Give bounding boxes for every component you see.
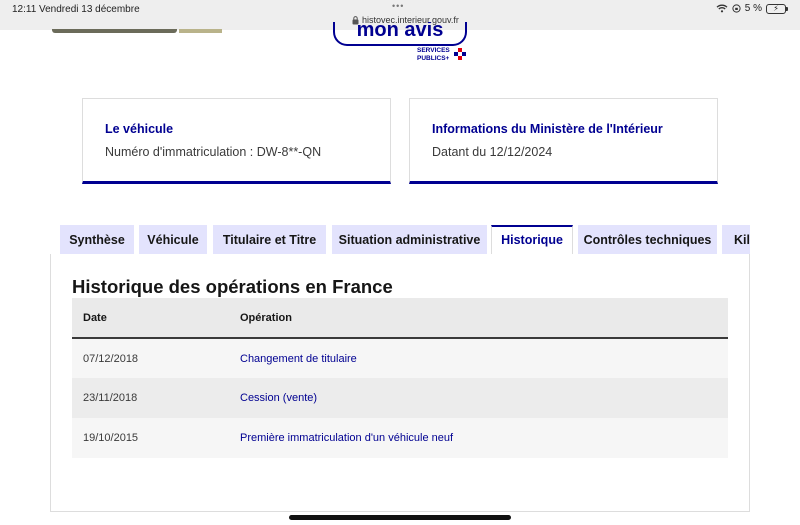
row-operation: Première immatriculation d'un véhicule n… bbox=[240, 432, 454, 444]
services-publics-logo: SERVICES PUBLICS+ bbox=[417, 47, 453, 62]
tab-bar: Synthèse Véhicule Titulaire et Titre Sit… bbox=[60, 225, 750, 255]
status-time: 12:11 bbox=[12, 4, 37, 15]
vehicle-card: Le véhicule Numéro d'immatriculation : D… bbox=[82, 98, 391, 184]
column-header-date: Date bbox=[83, 311, 107, 324]
history-table: Date Opération 07/12/2018 Changement de … bbox=[72, 298, 728, 458]
table-header-row: Date Opération bbox=[72, 298, 728, 338]
home-indicator[interactable] bbox=[289, 515, 511, 520]
orientation-lock-icon bbox=[732, 4, 741, 13]
mon-avis-button[interactable]: mon avis bbox=[333, 22, 467, 46]
column-header-operation: Opération bbox=[240, 311, 292, 324]
row-date: 07/12/2018 bbox=[83, 352, 139, 365]
services-publics-cross-icon bbox=[454, 48, 466, 60]
multitasking-dots-icon[interactable]: ••• bbox=[392, 1, 404, 11]
row-date: 23/11/2018 bbox=[83, 392, 138, 404]
table-row: 07/12/2018 Changement de titulaire bbox=[72, 338, 728, 378]
registration-number: Numéro d'immatriculation : DW-8**-QN bbox=[105, 145, 322, 159]
tab-historique[interactable]: Historique bbox=[491, 225, 573, 255]
battery-charging-icon: ⚡ bbox=[766, 3, 788, 14]
vehicle-card-title: Le véhicule bbox=[105, 122, 174, 136]
tab-synthese[interactable]: Synthèse bbox=[60, 225, 134, 255]
battery-percent: 5 % bbox=[744, 3, 762, 14]
row-date: 19/10/2015 bbox=[83, 432, 139, 444]
table-row: 23/11/2018 Cession (vente) bbox=[72, 378, 728, 418]
status-indicators: 5 % ⚡ bbox=[716, 3, 788, 14]
status-date: Vendredi 13 décembre bbox=[39, 4, 140, 15]
services-publics-text: SERVICES PUBLICS+ bbox=[417, 47, 450, 62]
row-operation: Cession (vente) bbox=[240, 392, 318, 404]
tab-vehicule[interactable]: Véhicule bbox=[139, 225, 207, 255]
table-row: 19/10/2015 Première immatriculation d'un… bbox=[72, 418, 728, 458]
tab-situation-administrative[interactable]: Situation administrative bbox=[332, 225, 487, 255]
tab-kilometrage[interactable]: Kilo bbox=[722, 225, 750, 255]
ministry-card-title: Informations du Ministère de l'Intérieur bbox=[432, 122, 663, 136]
tab-titulaire-et-titre[interactable]: Titulaire et Titre bbox=[213, 225, 326, 255]
wifi-icon bbox=[716, 4, 728, 13]
section-title: Historique des opérations en France bbox=[72, 276, 393, 297]
site-logo[interactable] bbox=[52, 29, 222, 36]
tab-controles-techniques[interactable]: Contrôles techniques bbox=[578, 225, 717, 255]
row-operation: Changement de titulaire bbox=[240, 352, 357, 365]
data-date: Datant du 12/12/2024 bbox=[432, 145, 553, 159]
ministry-info-card: Informations du Ministère de l'Intérieur… bbox=[409, 98, 718, 184]
